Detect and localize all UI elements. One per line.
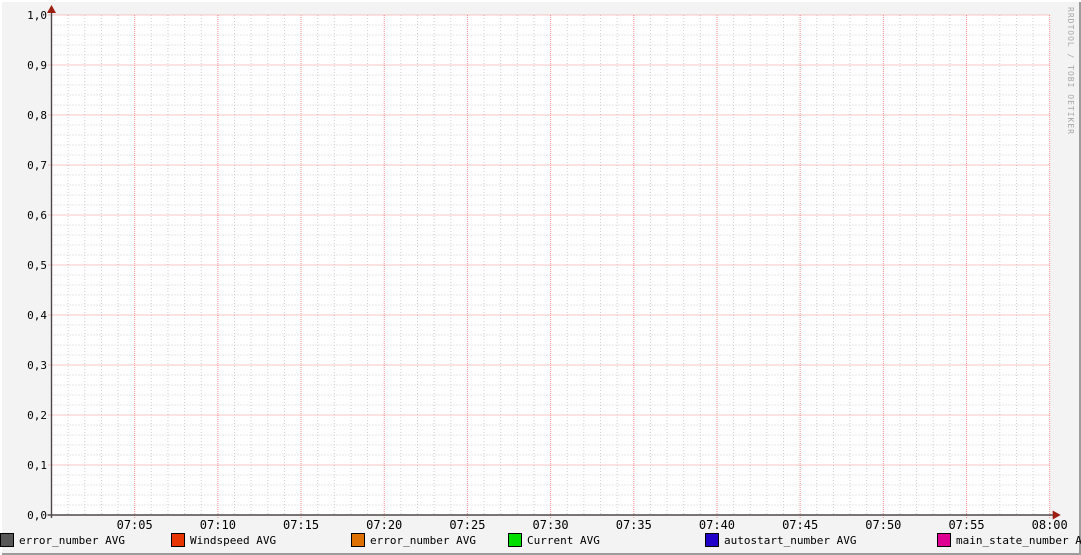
legend-item-error-number-2: error_number AVG <box>0 533 125 547</box>
legend-label-error-number-1: error_number AVG <box>370 533 476 547</box>
legend-swatch-windspeed <box>171 533 185 547</box>
y-tick-label: 0,5 <box>27 259 47 272</box>
watermark-rrdtool-credit: RRDTOOL / TOBI OETIKER <box>1066 7 1075 135</box>
y-tick-label: 0,8 <box>27 109 47 122</box>
rrdtool-graph: 0,0 0,1 0,2 0,3 0,4 0,5 0,6 0,7 0,8 0,9 1,0 07:05 07… <box>0 0 1081 555</box>
x-tick-label: 07:25 <box>449 518 485 532</box>
x-tick-label: 07:35 <box>616 518 652 532</box>
y-tick-label: 0,2 <box>27 409 47 422</box>
y-tick-label: 0,1 <box>27 459 47 472</box>
y-axis-arrow-icon <box>47 5 56 13</box>
x-tick-label: 07:20 <box>366 518 402 532</box>
y-tick-label: 0,9 <box>27 59 47 72</box>
legend-label-windspeed: Windspeed AVG <box>190 533 277 547</box>
legend-item-autostart-number: autostart_number AVG <box>705 533 856 547</box>
y-tick-label: 0,3 <box>27 359 47 372</box>
x-tick-label: 07:15 <box>283 518 319 532</box>
legend-swatch-error-number-2 <box>0 533 14 547</box>
legend-item-main-state-number: main_state_number AVG <box>937 533 1081 547</box>
x-tick-label: 07:05 <box>117 518 153 532</box>
x-tick-label: 07:45 <box>782 518 818 532</box>
y-tick-label: 0,0 <box>27 509 47 522</box>
legend-item-windspeed: Windspeed AVG <box>171 533 276 547</box>
x-tick-label: 08:00 <box>1032 518 1068 532</box>
legend-item-error-number-1: error_number AVG <box>351 533 476 547</box>
legend-swatch-current <box>508 533 522 547</box>
legend-swatch-autostart-number <box>705 533 719 547</box>
y-tick-label: 0,6 <box>27 209 47 222</box>
legend-label-autostart-number: autostart_number AVG <box>724 533 857 547</box>
legend-label-main-state-number: main_state_number AVG <box>956 533 1081 547</box>
x-tick-label: 07:40 <box>699 518 735 532</box>
y-tick-label: 0,7 <box>27 159 47 172</box>
x-tick-label: 07:10 <box>200 518 236 532</box>
legend-swatch-error-number-1 <box>351 533 365 547</box>
legend-label-current: Current AVG <box>527 533 600 547</box>
chart-canvas: 0,0 0,1 0,2 0,3 0,4 0,5 0,6 0,7 0,8 0,9 1,0 07:05 07… <box>27 5 1068 532</box>
y-tick-label: 1,0 <box>27 9 47 22</box>
legend-label-error-number-2: error_number AVG <box>19 533 125 547</box>
x-tick-label: 07:55 <box>948 518 984 532</box>
legend-swatch-main-state-number <box>937 533 951 547</box>
legend-item-current: Current AVG <box>508 533 600 547</box>
y-tick-label: 0,4 <box>27 309 47 322</box>
x-tick-label: 07:50 <box>865 518 901 532</box>
x-tick-label: 07:30 <box>533 518 569 532</box>
